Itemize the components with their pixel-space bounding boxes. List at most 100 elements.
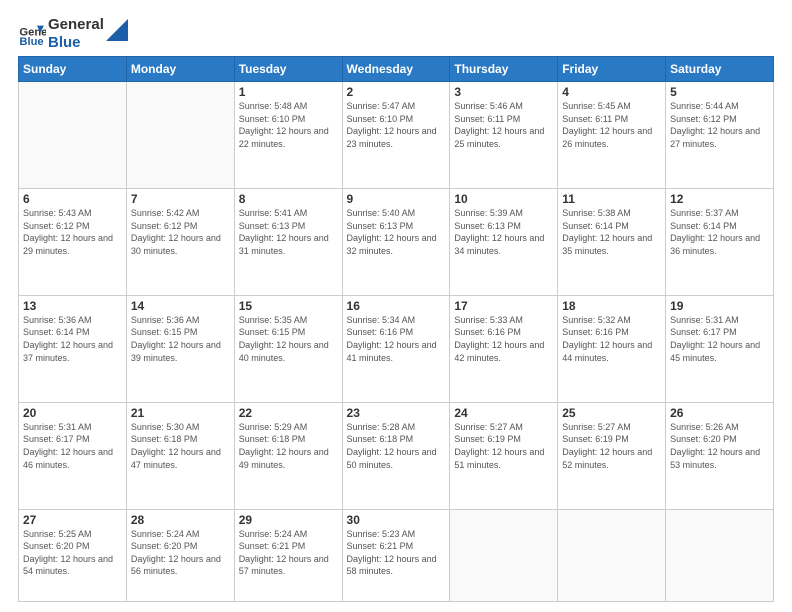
day-info: Sunrise: 5:40 AM Sunset: 6:13 PM Dayligh…: [347, 207, 446, 257]
table-row: 7Sunrise: 5:42 AM Sunset: 6:12 PM Daylig…: [126, 188, 234, 295]
day-number: 10: [454, 192, 553, 206]
day-info: Sunrise: 5:27 AM Sunset: 6:19 PM Dayligh…: [454, 421, 553, 471]
day-number: 19: [670, 299, 769, 313]
calendar-week-row: 27Sunrise: 5:25 AM Sunset: 6:20 PM Dayli…: [19, 509, 774, 601]
table-row: 23Sunrise: 5:28 AM Sunset: 6:18 PM Dayli…: [342, 402, 450, 509]
day-info: Sunrise: 5:23 AM Sunset: 6:21 PM Dayligh…: [347, 528, 446, 578]
table-row: 11Sunrise: 5:38 AM Sunset: 6:14 PM Dayli…: [558, 188, 666, 295]
day-number: 23: [347, 406, 446, 420]
day-info: Sunrise: 5:26 AM Sunset: 6:20 PM Dayligh…: [670, 421, 769, 471]
logo-icon: General Blue: [18, 20, 46, 48]
table-row: 21Sunrise: 5:30 AM Sunset: 6:18 PM Dayli…: [126, 402, 234, 509]
day-number: 15: [239, 299, 338, 313]
day-info: Sunrise: 5:24 AM Sunset: 6:21 PM Dayligh…: [239, 528, 338, 578]
day-number: 16: [347, 299, 446, 313]
day-info: Sunrise: 5:46 AM Sunset: 6:11 PM Dayligh…: [454, 100, 553, 150]
day-info: Sunrise: 5:30 AM Sunset: 6:18 PM Dayligh…: [131, 421, 230, 471]
day-info: Sunrise: 5:29 AM Sunset: 6:18 PM Dayligh…: [239, 421, 338, 471]
day-info: Sunrise: 5:34 AM Sunset: 6:16 PM Dayligh…: [347, 314, 446, 364]
calendar-table: Sunday Monday Tuesday Wednesday Thursday…: [18, 56, 774, 602]
table-row: [126, 82, 234, 189]
logo-general: General: [48, 16, 104, 34]
col-friday: Friday: [558, 57, 666, 82]
day-info: Sunrise: 5:36 AM Sunset: 6:15 PM Dayligh…: [131, 314, 230, 364]
table-row: 16Sunrise: 5:34 AM Sunset: 6:16 PM Dayli…: [342, 295, 450, 402]
table-row: 30Sunrise: 5:23 AM Sunset: 6:21 PM Dayli…: [342, 509, 450, 601]
day-number: 14: [131, 299, 230, 313]
day-number: 27: [23, 513, 122, 527]
table-row: 3Sunrise: 5:46 AM Sunset: 6:11 PM Daylig…: [450, 82, 558, 189]
table-row: 29Sunrise: 5:24 AM Sunset: 6:21 PM Dayli…: [234, 509, 342, 601]
table-row: 9Sunrise: 5:40 AM Sunset: 6:13 PM Daylig…: [342, 188, 450, 295]
calendar-page: General Blue General Blue Sunday Monday …: [0, 0, 792, 612]
day-number: 7: [131, 192, 230, 206]
day-number: 3: [454, 85, 553, 99]
svg-text:Blue: Blue: [19, 36, 43, 48]
day-number: 26: [670, 406, 769, 420]
col-thursday: Thursday: [450, 57, 558, 82]
calendar-week-row: 6Sunrise: 5:43 AM Sunset: 6:12 PM Daylig…: [19, 188, 774, 295]
calendar-header-row: Sunday Monday Tuesday Wednesday Thursday…: [19, 57, 774, 82]
day-info: Sunrise: 5:42 AM Sunset: 6:12 PM Dayligh…: [131, 207, 230, 257]
day-info: Sunrise: 5:37 AM Sunset: 6:14 PM Dayligh…: [670, 207, 769, 257]
day-info: Sunrise: 5:24 AM Sunset: 6:20 PM Dayligh…: [131, 528, 230, 578]
day-info: Sunrise: 5:36 AM Sunset: 6:14 PM Dayligh…: [23, 314, 122, 364]
day-info: Sunrise: 5:31 AM Sunset: 6:17 PM Dayligh…: [23, 421, 122, 471]
table-row: 18Sunrise: 5:32 AM Sunset: 6:16 PM Dayli…: [558, 295, 666, 402]
day-info: Sunrise: 5:45 AM Sunset: 6:11 PM Dayligh…: [562, 100, 661, 150]
table-row: 17Sunrise: 5:33 AM Sunset: 6:16 PM Dayli…: [450, 295, 558, 402]
col-tuesday: Tuesday: [234, 57, 342, 82]
logo: General Blue General Blue: [18, 16, 128, 52]
table-row: 20Sunrise: 5:31 AM Sunset: 6:17 PM Dayli…: [19, 402, 127, 509]
col-sunday: Sunday: [19, 57, 127, 82]
day-number: 28: [131, 513, 230, 527]
day-number: 25: [562, 406, 661, 420]
day-info: Sunrise: 5:27 AM Sunset: 6:19 PM Dayligh…: [562, 421, 661, 471]
table-row: 19Sunrise: 5:31 AM Sunset: 6:17 PM Dayli…: [666, 295, 774, 402]
col-monday: Monday: [126, 57, 234, 82]
day-number: 30: [347, 513, 446, 527]
day-info: Sunrise: 5:31 AM Sunset: 6:17 PM Dayligh…: [670, 314, 769, 364]
day-number: 18: [562, 299, 661, 313]
calendar-week-row: 1Sunrise: 5:48 AM Sunset: 6:10 PM Daylig…: [19, 82, 774, 189]
table-row: [450, 509, 558, 601]
day-number: 2: [347, 85, 446, 99]
table-row: 13Sunrise: 5:36 AM Sunset: 6:14 PM Dayli…: [19, 295, 127, 402]
day-info: Sunrise: 5:33 AM Sunset: 6:16 PM Dayligh…: [454, 314, 553, 364]
day-number: 17: [454, 299, 553, 313]
day-number: 24: [454, 406, 553, 420]
day-info: Sunrise: 5:38 AM Sunset: 6:14 PM Dayligh…: [562, 207, 661, 257]
table-row: [19, 82, 127, 189]
table-row: 6Sunrise: 5:43 AM Sunset: 6:12 PM Daylig…: [19, 188, 127, 295]
table-row: 15Sunrise: 5:35 AM Sunset: 6:15 PM Dayli…: [234, 295, 342, 402]
day-info: Sunrise: 5:32 AM Sunset: 6:16 PM Dayligh…: [562, 314, 661, 364]
header: General Blue General Blue: [18, 16, 774, 52]
day-info: Sunrise: 5:35 AM Sunset: 6:15 PM Dayligh…: [239, 314, 338, 364]
day-number: 12: [670, 192, 769, 206]
day-info: Sunrise: 5:48 AM Sunset: 6:10 PM Dayligh…: [239, 100, 338, 150]
table-row: 12Sunrise: 5:37 AM Sunset: 6:14 PM Dayli…: [666, 188, 774, 295]
day-info: Sunrise: 5:47 AM Sunset: 6:10 PM Dayligh…: [347, 100, 446, 150]
day-number: 5: [670, 85, 769, 99]
table-row: 28Sunrise: 5:24 AM Sunset: 6:20 PM Dayli…: [126, 509, 234, 601]
day-number: 13: [23, 299, 122, 313]
day-number: 8: [239, 192, 338, 206]
day-number: 6: [23, 192, 122, 206]
table-row: 25Sunrise: 5:27 AM Sunset: 6:19 PM Dayli…: [558, 402, 666, 509]
logo-triangle-icon: [106, 19, 128, 41]
day-number: 22: [239, 406, 338, 420]
table-row: 24Sunrise: 5:27 AM Sunset: 6:19 PM Dayli…: [450, 402, 558, 509]
day-info: Sunrise: 5:44 AM Sunset: 6:12 PM Dayligh…: [670, 100, 769, 150]
table-row: [558, 509, 666, 601]
table-row: [666, 509, 774, 601]
table-row: 4Sunrise: 5:45 AM Sunset: 6:11 PM Daylig…: [558, 82, 666, 189]
day-number: 9: [347, 192, 446, 206]
col-saturday: Saturday: [666, 57, 774, 82]
day-number: 29: [239, 513, 338, 527]
table-row: 27Sunrise: 5:25 AM Sunset: 6:20 PM Dayli…: [19, 509, 127, 601]
day-number: 4: [562, 85, 661, 99]
table-row: 1Sunrise: 5:48 AM Sunset: 6:10 PM Daylig…: [234, 82, 342, 189]
table-row: 14Sunrise: 5:36 AM Sunset: 6:15 PM Dayli…: [126, 295, 234, 402]
calendar-week-row: 13Sunrise: 5:36 AM Sunset: 6:14 PM Dayli…: [19, 295, 774, 402]
table-row: 26Sunrise: 5:26 AM Sunset: 6:20 PM Dayli…: [666, 402, 774, 509]
